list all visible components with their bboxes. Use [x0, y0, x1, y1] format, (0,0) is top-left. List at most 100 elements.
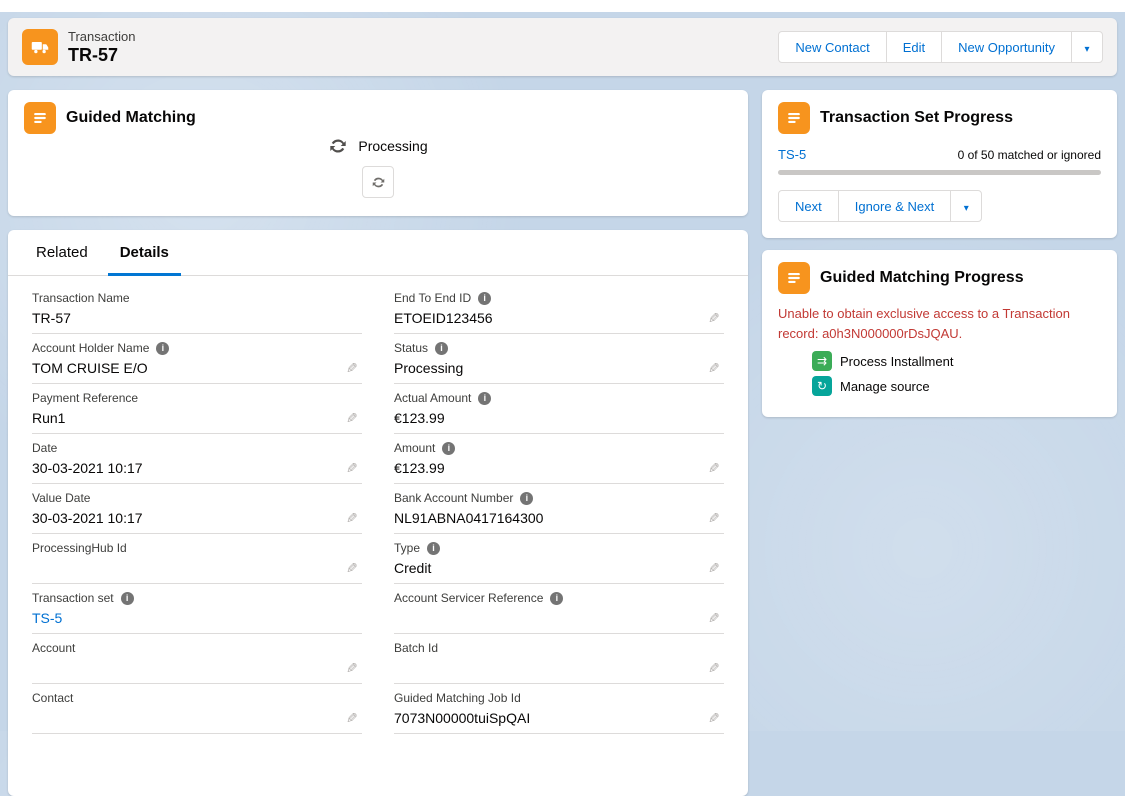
header-more-actions-button[interactable]: ▾ [1071, 31, 1103, 63]
field-label: Amount [394, 441, 435, 455]
field-payment-reference: Payment Reference Run1 ✎ [32, 384, 362, 434]
transaction-entity-icon [22, 29, 58, 65]
field-label: Account Holder Name [32, 341, 149, 355]
guided-matching-body: Processing [24, 134, 732, 198]
tab-details[interactable]: Details [108, 230, 181, 275]
transaction-set-progress-title: Transaction Set Progress [820, 109, 1013, 127]
field-amount: Amounti €123.99 ✎ [394, 434, 724, 484]
field-label: Batch Id [394, 641, 438, 655]
sync-icon [328, 136, 348, 156]
step-label: Manage source [840, 379, 930, 394]
info-icon[interactable]: i [442, 442, 455, 455]
guided-matching-title: Guided Matching [66, 109, 196, 127]
field-contact: Contact ✎ [32, 684, 362, 734]
info-icon[interactable]: i [121, 592, 134, 605]
field-date: Date 30-03-2021 10:17 ✎ [32, 434, 362, 484]
field-value: Credit [394, 560, 700, 577]
info-icon[interactable]: i [435, 342, 448, 355]
transaction-set-link[interactable]: TS-5 [778, 147, 806, 162]
edit-pencil-icon[interactable]: ✎ [708, 561, 720, 575]
field-value: Run1 [32, 410, 338, 427]
action-ignore-next-button[interactable]: Ignore & Next [838, 190, 952, 222]
field-label: Guided Matching Job Id [394, 691, 521, 705]
field-value: 7073N00000tuiSpQAI [394, 710, 700, 727]
guided-matching-header: Guided Matching [24, 102, 732, 134]
action-new-contact-button[interactable]: New Contact [778, 31, 886, 63]
field-account: Account✎ [32, 634, 362, 684]
info-icon[interactable]: i [478, 292, 491, 305]
action-edit-button[interactable]: Edit [886, 31, 942, 63]
field-end-to-end-id: End To End IDiETOEID123456✎ [394, 284, 724, 334]
tab-related[interactable]: Related [24, 230, 100, 275]
guided-matching-icon [24, 102, 56, 134]
field-value-link[interactable]: TS-5 [32, 610, 338, 627]
info-icon[interactable]: i [427, 542, 440, 555]
edit-pencil-icon[interactable]: ✎ [708, 511, 720, 525]
action-new-opportunity-button[interactable]: New Opportunity [941, 31, 1072, 63]
edit-pencil-icon[interactable]: ✎ [708, 661, 720, 675]
process-installment-icon: ⇉ [812, 351, 832, 371]
progress-count-text: 0 of 50 matched or ignored [958, 148, 1101, 162]
field-value: TOM CRUISE E/O [32, 360, 338, 377]
field-value: 30-03-2021 10:17 [32, 460, 338, 477]
info-icon[interactable]: i [520, 492, 533, 505]
field-transaction-set: Transaction setiTS-5 [32, 584, 362, 634]
record-identity: Transaction TR-57 [22, 29, 135, 66]
action-next-button[interactable]: Next [778, 190, 839, 222]
step-manage-source: ↻ Manage source [812, 376, 1101, 396]
edit-pencil-icon[interactable]: ✎ [708, 361, 720, 375]
field-label: Bank Account Number [394, 491, 513, 505]
field-value [32, 560, 338, 577]
info-icon[interactable]: i [156, 342, 169, 355]
edit-pencil-icon[interactable]: ✎ [708, 611, 720, 625]
field-value: Processing [394, 360, 700, 377]
field-batch-id: Batch Id ✎ [394, 634, 724, 684]
details-fields: Transaction NameTR-57 Account Holder Name… [8, 276, 748, 734]
edit-pencil-icon[interactable]: ✎ [346, 461, 358, 475]
guided-matching-progress-title: Guided Matching Progress [820, 269, 1024, 287]
refresh-button[interactable] [362, 166, 394, 198]
field-transaction-name: Transaction NameTR-57 [32, 284, 362, 334]
field-label: ProcessingHub Id [32, 541, 127, 555]
error-message: Unable to obtain exclusive access to a T… [778, 304, 1101, 343]
edit-pencil-icon[interactable]: ✎ [708, 311, 720, 325]
transaction-set-progress-summary: TS-5 0 of 50 matched or ignored [778, 147, 1101, 162]
field-processinghub-id: ProcessingHub Id ✎ [32, 534, 362, 584]
field-label: End To End ID [394, 291, 471, 305]
top-strip [0, 0, 1125, 12]
guided-matching-progress-header: Guided Matching Progress [778, 262, 1101, 294]
manage-source-icon: ↻ [812, 376, 832, 396]
step-process-installment: ⇉Process Installment [812, 351, 1101, 371]
field-label: Value Date [32, 491, 90, 505]
edit-pencil-icon[interactable]: ✎ [708, 711, 720, 725]
record-title-block: Transaction TR-57 [68, 29, 135, 66]
tsp-more-actions-button[interactable]: ▾ [950, 190, 982, 222]
field-actual-amount: Actual Amounti€123.99 [394, 384, 724, 434]
field-bank-account-number: Bank Account NumberiNL91ABNA0417164300✎ [394, 484, 724, 534]
field-value [32, 710, 338, 727]
field-status: StatusiProcessing✎ [394, 334, 724, 384]
processing-status-text: Processing [358, 138, 427, 154]
field-label: Date [32, 441, 57, 455]
chevron-down-icon: ▾ [1084, 44, 1089, 55]
field-label: Type [394, 541, 420, 555]
field-guided-matching-job-id: Guided Matching Job Id 7073N00000tuiSpQAI… [394, 684, 724, 734]
edit-pencil-icon[interactable]: ✎ [346, 661, 358, 675]
guided-matching-card: Guided Matching Processing [8, 90, 748, 216]
record-detail-card: RelatedDetails Transaction NameTR-57 Acco… [8, 230, 748, 796]
edit-pencil-icon[interactable]: ✎ [346, 361, 358, 375]
info-icon[interactable]: i [550, 592, 563, 605]
edit-pencil-icon[interactable]: ✎ [346, 561, 358, 575]
details-column-right: End To End IDiETOEID123456✎StatusiProces… [394, 284, 724, 734]
gmp-steps: ⇉Process Installment ↻ Manage source [778, 351, 1101, 396]
field-label: Payment Reference [32, 391, 138, 405]
field-type: Typei Credit ✎ [394, 534, 724, 584]
info-icon[interactable]: i [478, 392, 491, 405]
page: Transaction TR-57 New ContactEditNew Opp… [0, 12, 1125, 796]
edit-pencil-icon[interactable]: ✎ [708, 461, 720, 475]
field-label: Contact [32, 691, 73, 705]
edit-pencil-icon[interactable]: ✎ [346, 411, 358, 425]
edit-pencil-icon[interactable]: ✎ [346, 711, 358, 725]
field-value: €123.99 [394, 460, 700, 477]
edit-pencil-icon[interactable]: ✎ [346, 511, 358, 525]
